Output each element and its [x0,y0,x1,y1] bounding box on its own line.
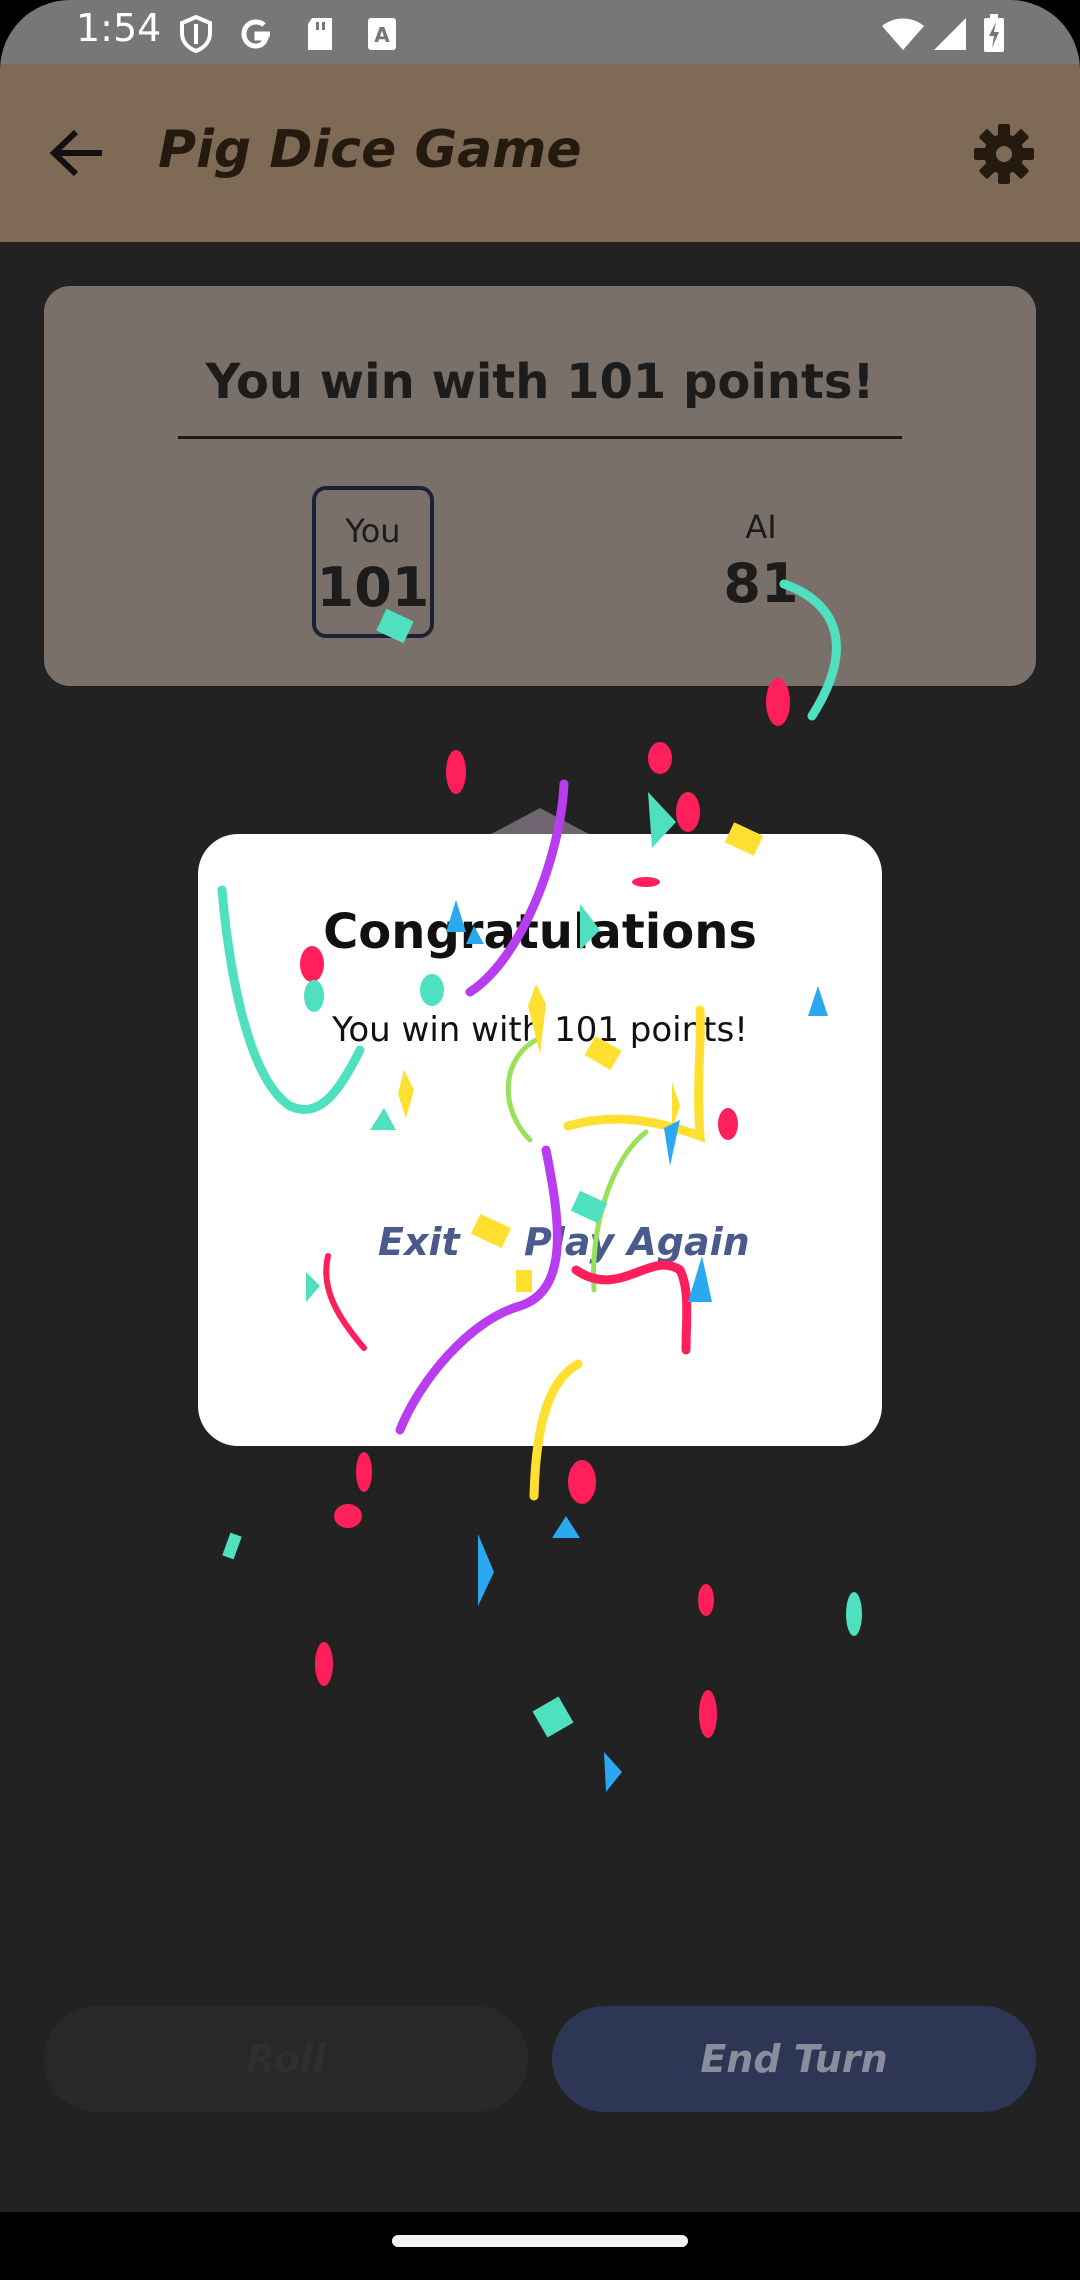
confetti-piece [648,742,672,774]
confetti-piece [676,792,700,832]
confetti-piece [356,1452,372,1492]
arrow-back-icon[interactable] [40,116,114,190]
app-title: Pig Dice Game [158,120,582,180]
status-time: 1:54 [76,6,162,50]
dialog-title: Congratulations [323,904,757,960]
scoreboard-card: You win with 101 points! You 101 AI 81 [44,286,1036,686]
confetti-piece [478,1534,494,1606]
status-bar: 1:54 A [0,0,1080,64]
google-icon [241,19,270,49]
app-screen: 1:54 A Pig Dice Game You win with 101 po… [0,0,1080,2280]
confetti-piece [568,1460,596,1504]
wifi-icon [882,18,924,50]
exit-button[interactable]: Exit [378,1220,460,1264]
shield-icon [180,14,212,54]
gear-icon[interactable] [972,122,1036,186]
svg-text:A: A [374,23,390,47]
player-label: AI [745,508,777,546]
player-score: 101 [316,556,430,619]
score-headline: You win with 101 points! [205,354,875,410]
confetti-piece [222,1532,242,1560]
confetti-piece [334,1504,362,1528]
home-handle[interactable] [392,2235,688,2247]
confetti-piece [446,750,466,794]
divider [178,436,902,439]
player-score-ai: AI 81 [696,486,826,638]
player-label: You [345,512,401,550]
end-turn-button[interactable]: End Turn [552,2006,1036,2112]
confetti-piece [552,1516,580,1538]
confetti-piece [315,1642,333,1686]
confetti-piece [532,1696,574,1738]
player-score: 81 [723,552,799,615]
confetti-piece [698,1584,714,1616]
signal-icon [934,18,966,50]
play-again-button[interactable]: Play Again [524,1220,750,1264]
dialog-message: You win with 101 points! [332,1010,748,1050]
battery-charging-icon [984,14,1004,52]
confetti-piece [846,1592,862,1636]
confetti-piece [604,1752,622,1792]
congratulations-dialog: Congratulations You win with 101 points!… [198,834,882,1446]
sd-card-icon [308,18,332,50]
app-bar: Pig Dice Game [0,64,1080,242]
roll-button[interactable]: Roll [44,2006,528,2112]
player-score-you: You 101 [312,486,434,638]
confetti-piece [699,1690,717,1738]
font-icon: A [368,18,396,50]
